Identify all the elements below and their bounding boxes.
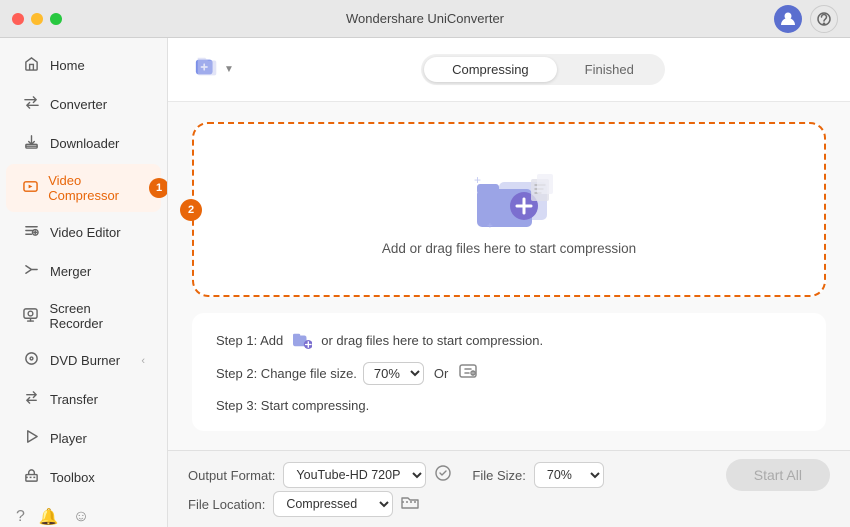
svg-text:+: + [487, 221, 493, 232]
folder-illustration: + + [469, 164, 549, 229]
step2-or: Or [434, 366, 448, 381]
sidebar-item-converter[interactable]: Converter [6, 86, 161, 123]
sidebar-label-screen-recorder: Screen Recorder [49, 301, 145, 331]
dvd-burner-icon [22, 351, 40, 370]
step-3-row: Step 3: Start compressing. [216, 398, 802, 413]
converter-icon [22, 95, 40, 114]
sidebar-label-player: Player [50, 431, 87, 446]
output-format-label: Output Format: [188, 468, 275, 483]
add-files-button[interactable]: ▼ [188, 50, 240, 89]
sidebar-label-video-compressor: Video Compressor [48, 173, 145, 203]
step1-prefix: Step 1: Add [216, 333, 283, 348]
sidebar-item-transfer[interactable]: Transfer [6, 381, 161, 418]
tab-compressing[interactable]: Compressing [424, 57, 557, 82]
maximize-button[interactable] [50, 13, 62, 25]
user-icon[interactable] [774, 5, 802, 33]
feedback-icon[interactable]: ☺ [73, 508, 89, 526]
content-area: 2 [168, 102, 850, 450]
sidebar-label-transfer: Transfer [50, 392, 98, 407]
video-editor-icon [22, 223, 40, 242]
file-size-field: File Size: 70% 50% 80% [472, 462, 603, 488]
drop-zone[interactable]: 2 [192, 122, 826, 297]
sidebar-label-home: Home [50, 58, 85, 73]
step3-text: Step 3: Start compressing. [216, 398, 369, 413]
close-button[interactable] [12, 13, 24, 25]
badge-2: 2 [180, 199, 202, 221]
toolbar: ▼ Compressing Finished [168, 38, 850, 102]
step1-suffix: or drag files here to start compression. [321, 333, 543, 348]
title-bar: Wondershare UniConverter [0, 0, 850, 38]
file-size-label: File Size: [472, 468, 525, 483]
step2-text: Step 2: Change file size. [216, 366, 357, 381]
start-all-button[interactable]: Start All [726, 459, 830, 491]
file-size-select[interactable]: 70% 50% 80% [534, 462, 604, 488]
svg-text:+: + [474, 173, 481, 187]
sidebar: Home Converter Downloader [0, 38, 168, 527]
sidebar-label-merger: Merger [50, 264, 91, 279]
step-1-row: Step 1: Add or drag files here to start … [216, 331, 802, 349]
sidebar-item-screen-recorder[interactable]: Screen Recorder [6, 292, 161, 340]
sidebar-label-dvd-burner: DVD Burner [50, 353, 120, 368]
file-location-label: File Location: [188, 497, 265, 512]
add-files-icon [194, 54, 220, 85]
notification-icon[interactable]: 🔔 [39, 507, 59, 527]
drop-zone-text: Add or drag files here to start compress… [382, 241, 636, 256]
file-location-row: File Location: Compressed Custom... [168, 491, 850, 527]
toolbox-icon [22, 468, 40, 487]
sidebar-label-video-editor: Video Editor [50, 225, 121, 240]
app-body: Home Converter Downloader [0, 38, 850, 527]
sidebar-item-merger[interactable]: Merger [6, 253, 161, 290]
support-icon[interactable] [810, 5, 838, 33]
sidebar-label-toolbox: Toolbox [50, 470, 95, 485]
merger-icon [22, 262, 40, 281]
tab-finished[interactable]: Finished [557, 57, 662, 82]
steps-area: Step 1: Add or drag files here to start … [192, 313, 826, 431]
tab-group: Compressing Finished [421, 54, 665, 85]
custom-size-icon[interactable] [458, 361, 478, 386]
collapse-icon: ‹ [141, 355, 145, 367]
traffic-lights [12, 13, 62, 25]
home-icon [22, 56, 40, 75]
screen-recorder-icon [22, 307, 39, 326]
folder-open-icon[interactable] [401, 494, 419, 514]
player-icon [22, 429, 40, 448]
sidebar-item-home[interactable]: Home [6, 47, 161, 84]
step-2-row: Step 2: Change file size. 70% 50% 80% 90… [216, 361, 802, 386]
title-actions [774, 5, 838, 33]
output-format-field: Output Format: YouTube-HD 720P 1080P 480… [188, 462, 452, 488]
sidebar-item-player[interactable]: Player [6, 420, 161, 457]
step1-add-icon [292, 331, 312, 349]
add-chevron-icon: ▼ [224, 64, 234, 75]
sidebar-item-video-editor[interactable]: Video Editor [6, 214, 161, 251]
sidebar-item-dvd-burner[interactable]: DVD Burner ‹ [6, 342, 161, 379]
file-location-select[interactable]: Compressed Custom... [273, 491, 393, 517]
main-content: ▼ Compressing Finished 2 [168, 38, 850, 527]
video-compressor-icon [22, 179, 38, 198]
app-title: Wondershare UniConverter [346, 11, 504, 26]
sidebar-label-downloader: Downloader [50, 136, 119, 151]
transfer-icon [22, 390, 40, 409]
sidebar-item-downloader[interactable]: Downloader [6, 125, 161, 162]
sidebar-bottom: ? 🔔 ☺ [0, 497, 167, 527]
sidebar-label-converter: Converter [50, 97, 107, 112]
sidebar-item-toolbox[interactable]: Toolbox [6, 459, 161, 496]
sidebar-item-video-compressor[interactable]: Video Compressor 1 [6, 164, 161, 212]
downloader-icon [22, 134, 40, 153]
quality-icon[interactable] [434, 464, 452, 486]
help-icon[interactable]: ? [16, 508, 25, 526]
badge-1: 1 [149, 178, 168, 198]
size-select[interactable]: 70% 50% 80% 90% [363, 362, 424, 385]
minimize-button[interactable] [31, 13, 43, 25]
output-format-select[interactable]: YouTube-HD 720P 1080P 480P [283, 462, 426, 488]
